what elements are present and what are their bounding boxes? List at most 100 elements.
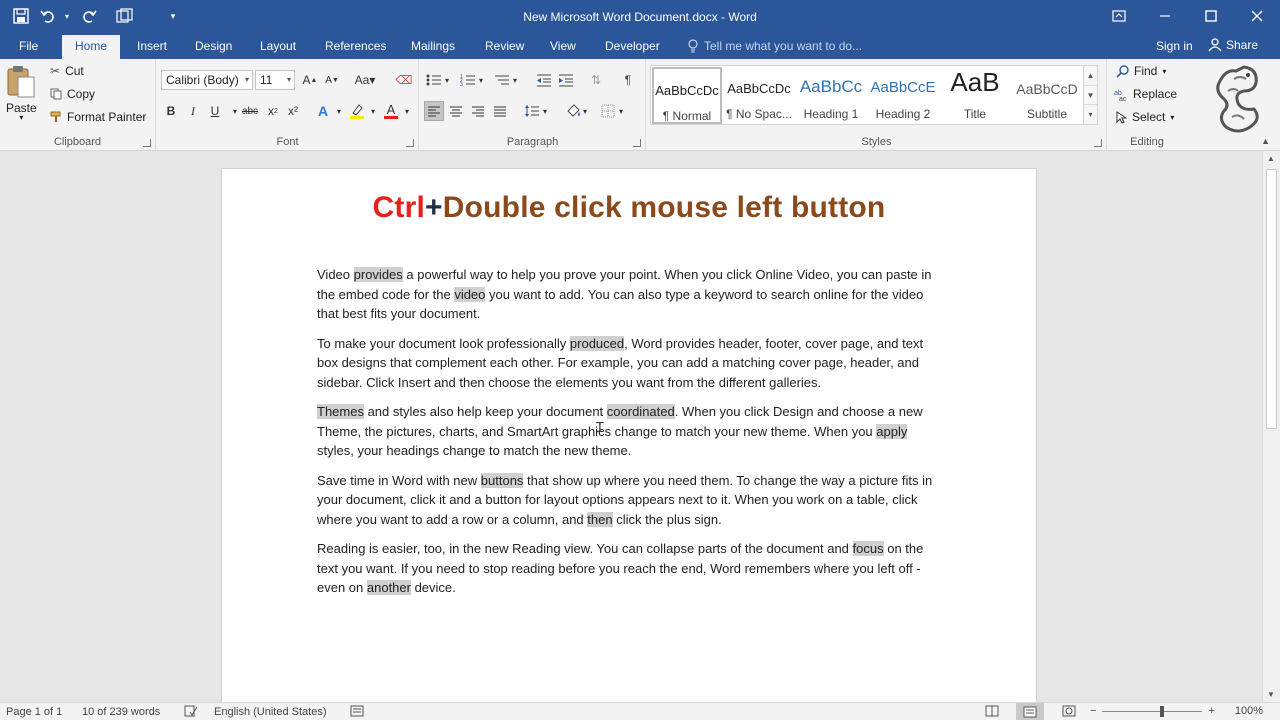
subscript-button[interactable]: x2 [263, 101, 283, 121]
tell-me-search[interactable]: Tell me what you want to do... [688, 39, 862, 53]
tab-review[interactable]: Review [476, 35, 533, 59]
highlight-dropdown-icon[interactable]: ▾ [363, 101, 383, 121]
replace-button[interactable]: ab ac Replace [1114, 87, 1177, 101]
language[interactable]: English (United States) [214, 706, 327, 718]
zoom-out-icon[interactable]: − [1090, 705, 1096, 717]
grow-font-icon[interactable]: A ▲ [300, 70, 320, 90]
collapse-ribbon-icon[interactable]: ▲ [1261, 136, 1270, 146]
style-no-spacing[interactable]: AaBbCcDc ¶ No Spac... [724, 67, 794, 124]
share-button[interactable]: Share [1208, 38, 1258, 52]
sign-in-link[interactable]: Sign in [1156, 39, 1193, 53]
zoom-slider[interactable] [1102, 705, 1203, 717]
borders-icon[interactable] [598, 101, 618, 121]
scroll-up-icon[interactable]: ▲ [1267, 154, 1275, 163]
align-right-icon[interactable] [468, 101, 488, 121]
macro-recording-icon[interactable] [350, 705, 364, 720]
shading-dropdown-icon[interactable]: ▾ [580, 101, 590, 121]
zoom-slider-thumb[interactable] [1160, 705, 1165, 717]
zoom-in-icon[interactable]: + [1208, 705, 1214, 717]
bold-button[interactable]: B [161, 101, 181, 121]
styles-gallery: AaBbCcDc ¶ Normal AaBbCcDc ¶ No Spac... Aa… [650, 65, 1098, 125]
document-paragraph[interactable]: To make your document look professionall… [317, 334, 947, 393]
clipboard-launcher-icon[interactable] [143, 139, 151, 147]
tab-developer[interactable]: Developer [596, 35, 669, 59]
tab-home[interactable]: Home [62, 35, 120, 59]
close-icon[interactable] [1234, 0, 1280, 32]
show-formatting-icon[interactable]: ¶ [618, 70, 638, 90]
document-body[interactable]: Video provides a powerful way to help yo… [317, 265, 947, 608]
font-launcher-icon[interactable] [406, 139, 414, 147]
style-preview: AaBbCc [799, 77, 863, 96]
styles-gallery-scroll[interactable]: ▲ ▼ ▾ [1083, 66, 1097, 124]
bullets-icon[interactable] [424, 70, 444, 90]
superscript-button[interactable]: x² [283, 101, 303, 121]
text-effects-dropdown-icon[interactable]: ▾ [329, 101, 349, 121]
gallery-up-icon[interactable]: ▲ [1084, 66, 1097, 85]
document-paragraph[interactable]: Save time in Word with new buttons that … [317, 471, 947, 530]
style-normal[interactable]: AaBbCcDc ¶ Normal [652, 67, 722, 124]
sort-icon[interactable]: ⇅ [586, 70, 606, 90]
tab-design[interactable]: Design [186, 35, 241, 59]
shrink-font-icon[interactable]: A ▼ [322, 70, 342, 90]
line-spacing-icon[interactable] [522, 101, 542, 121]
align-left-icon[interactable] [424, 101, 444, 121]
find-button[interactable]: Find ▾ [1116, 64, 1166, 78]
style-heading-2[interactable]: AaBbCcE Heading 2 [868, 67, 938, 124]
document-paragraph[interactable]: Reading is easier, too, in the new Readi… [317, 539, 947, 598]
tab-mailings[interactable]: Mailings [402, 35, 464, 59]
read-mode-icon[interactable] [985, 705, 999, 720]
italic-button[interactable]: I [183, 101, 203, 121]
underline-button[interactable]: U [205, 101, 225, 121]
select-button[interactable]: Select ▾ [1116, 110, 1174, 124]
style-heading-1[interactable]: AaBbCc Heading 1 [796, 67, 866, 124]
multilevel-list-icon[interactable] [492, 70, 512, 90]
vertical-scrollbar[interactable]: ▲ ▼ [1262, 151, 1280, 702]
style-title[interactable]: AaB Title [940, 67, 1010, 124]
cut-button[interactable]: ✂ Cut [50, 64, 84, 78]
minimize-icon[interactable] [1142, 0, 1188, 32]
proofing-icon[interactable] [184, 705, 198, 720]
change-case-icon[interactable]: Aa▾ [351, 70, 379, 90]
numbering-icon[interactable]: 123 [458, 70, 478, 90]
scroll-down-icon[interactable]: ▼ [1267, 690, 1275, 699]
page-count[interactable]: Page 1 of 1 [6, 706, 62, 718]
paragraph-launcher-icon[interactable] [633, 139, 641, 147]
style-subtitle[interactable]: AaBbCcD Subtitle [1012, 67, 1082, 124]
copy-button[interactable]: Copy [50, 87, 95, 101]
scroll-thumb[interactable] [1266, 169, 1277, 429]
ribbon-display-icon[interactable] [1096, 0, 1142, 32]
paste-dropdown-icon[interactable]: ▾ [19, 113, 23, 122]
tab-file[interactable]: File [10, 35, 47, 59]
font-size-select[interactable]: 11 ▾ [255, 70, 295, 90]
multilevel-dropdown-icon[interactable]: ▾ [510, 70, 520, 90]
bullets-dropdown-icon[interactable]: ▾ [442, 70, 452, 90]
format-painter-button[interactable]: Format Painter [50, 110, 146, 124]
borders-dropdown-icon[interactable]: ▾ [616, 101, 626, 121]
print-layout-icon[interactable] [1016, 703, 1044, 720]
gallery-more-icon[interactable]: ▾ [1084, 104, 1097, 123]
document-paragraph[interactable]: Video provides a powerful way to help yo… [317, 265, 947, 324]
numbering-dropdown-icon[interactable]: ▾ [476, 70, 486, 90]
decrease-indent-icon[interactable] [534, 70, 554, 90]
web-layout-icon[interactable] [1062, 705, 1076, 720]
word-count[interactable]: 10 of 239 words [82, 706, 160, 718]
tab-insert[interactable]: Insert [128, 35, 176, 59]
tab-references[interactable]: References [316, 35, 395, 59]
align-center-icon[interactable] [446, 101, 466, 121]
maximize-icon[interactable] [1188, 0, 1234, 32]
tab-layout[interactable]: Layout [251, 35, 305, 59]
document-paragraph[interactable]: Themes and styles also help keep your do… [317, 402, 947, 461]
styles-launcher-icon[interactable] [1094, 139, 1102, 147]
zoom-level[interactable]: 100% [1235, 705, 1263, 717]
document-page[interactable]: Ctrl+Double click mouse left button Vide… [221, 168, 1037, 702]
tab-view[interactable]: View [541, 35, 585, 59]
increase-indent-icon[interactable] [556, 70, 576, 90]
clear-formatting-icon[interactable]: ⌫ [394, 70, 414, 90]
line-spacing-dropdown-icon[interactable]: ▾ [540, 101, 550, 121]
strikethrough-button[interactable]: abc [239, 101, 261, 121]
font-color-dropdown-icon[interactable]: ▾ [397, 101, 417, 121]
font-family-select[interactable]: Calibri (Body) ▾ [161, 70, 253, 90]
paste-button[interactable]: Paste ▾ [6, 65, 37, 122]
justify-icon[interactable] [490, 101, 510, 121]
gallery-down-icon[interactable]: ▼ [1084, 85, 1097, 104]
